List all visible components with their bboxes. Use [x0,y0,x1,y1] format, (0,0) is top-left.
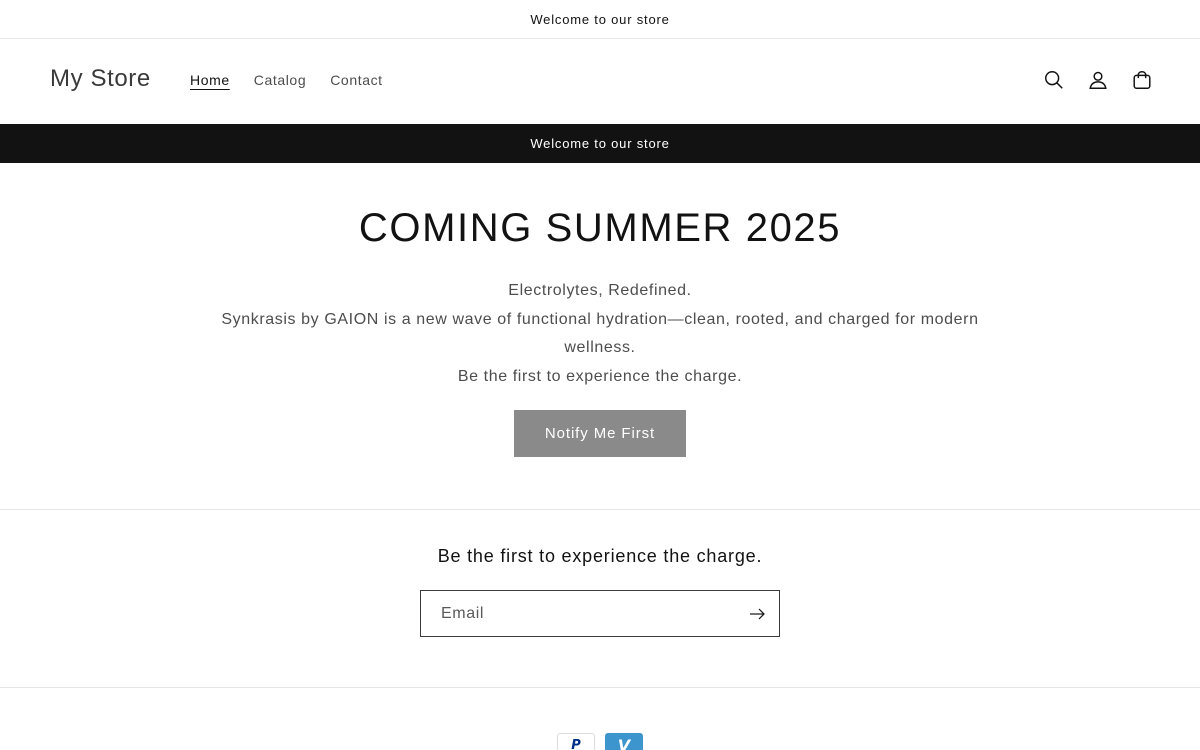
cart-icon[interactable] [1130,68,1154,92]
notify-me-button[interactable]: Notify Me First [514,410,686,457]
nav-item-home[interactable]: Home [190,72,230,88]
newsletter-heading: Be the first to experience the charge. [437,546,763,566]
email-form [420,590,780,637]
newsletter-section: Be the first to experience the charge. [0,510,1200,687]
hero-cta-text: Be the first to experience the charge. [457,367,743,385]
hero-tagline: Electrolytes, Redefined. [508,282,692,299]
account-icon[interactable] [1086,68,1110,92]
site-header: My Store Home Catalog Contact [0,39,1200,124]
nav-item-catalog[interactable]: Catalog [254,72,306,88]
arrow-right-icon[interactable] [735,591,779,636]
payment-icons: P V [557,733,643,750]
email-input[interactable] [421,591,735,636]
announcement-text: Welcome to our store [530,11,670,27]
main-nav: Home Catalog Contact [190,72,383,88]
venmo-icon: V [605,733,643,750]
hero-description: Synkrasis by GAION is a new wave of func… [221,310,979,357]
nav-item-contact[interactable]: Contact [330,72,382,88]
hero-title: COMING SUMMER 2025 [358,206,842,250]
hero-section: COMING SUMMER 2025 Electrolytes, Redefin… [0,163,1200,509]
search-icon[interactable] [1042,68,1066,92]
footer-divider [0,687,1200,688]
store-logo[interactable]: My Store [50,65,151,93]
announcement-bar-dark: Welcome to our store [0,124,1200,163]
hero-copy: Electrolytes, Redefined. Synkrasis by GA… [210,277,990,391]
paypal-icon: P [557,733,595,750]
announcement-text: Welcome to our store [530,136,670,151]
announcement-bar-top: Welcome to our store [0,0,1200,39]
header-icons [1042,68,1154,92]
